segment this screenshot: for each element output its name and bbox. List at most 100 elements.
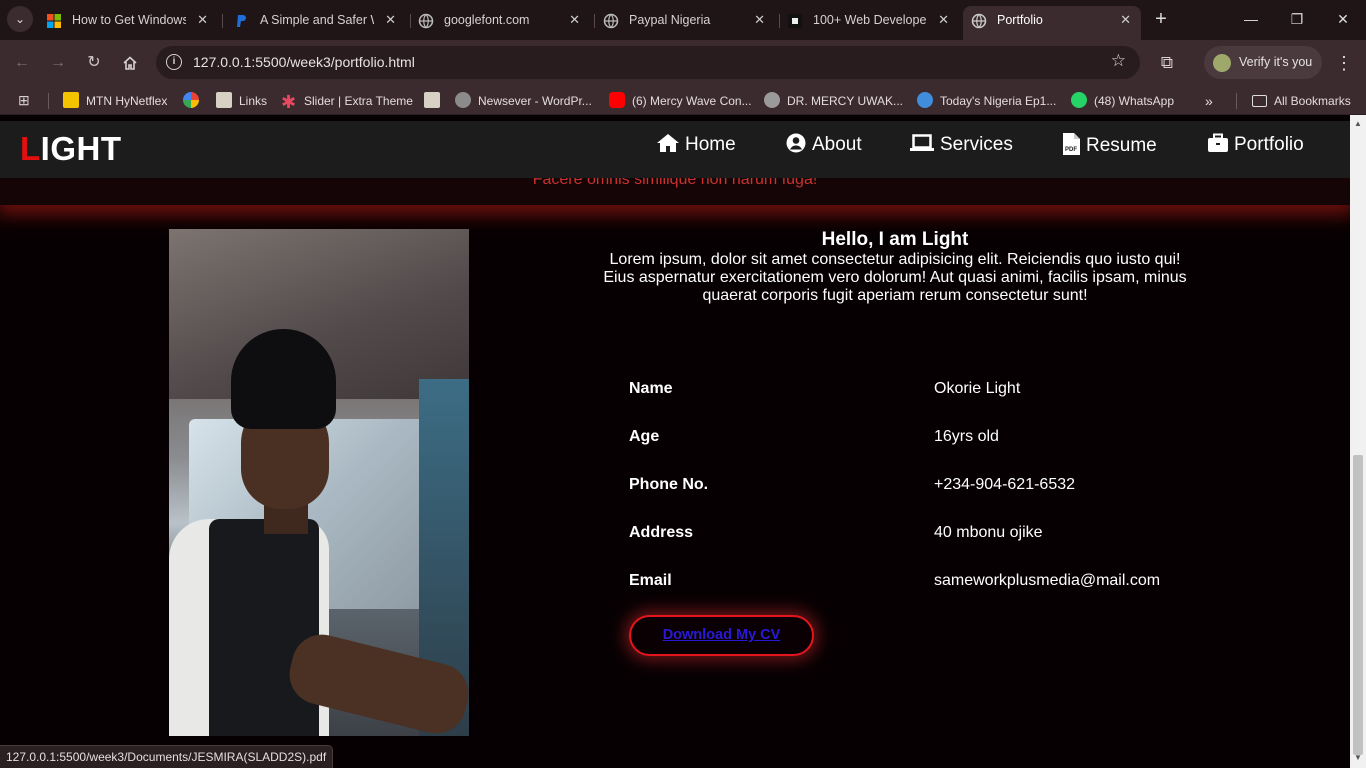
paypal-icon bbox=[237, 15, 246, 27]
tab-googlefont[interactable]: googlefont.com ✕ bbox=[410, 6, 590, 40]
tab-close-icon[interactable]: ✕ bbox=[197, 6, 208, 34]
back-button[interactable]: ← bbox=[9, 50, 35, 76]
info-label-age: Age bbox=[629, 428, 660, 445]
profile-label: Verify it's you bbox=[1239, 55, 1313, 69]
tab-label: How to Get Windows bbox=[72, 13, 186, 27]
new-tab-button[interactable]: + bbox=[1151, 8, 1171, 30]
nav-label: Home bbox=[685, 134, 736, 155]
bookmark-google[interactable] bbox=[183, 91, 206, 111]
bookmark-label: Links bbox=[239, 94, 268, 108]
site-logo[interactable]: LIGHT bbox=[20, 130, 122, 168]
download-cv-button[interactable]: Download My CV bbox=[629, 615, 814, 656]
address-bar[interactable]: i 127.0.0.1:5500/week3/portfolio.html ☆ bbox=[156, 46, 1140, 79]
greeting-heading: Hello, I am Light bbox=[821, 229, 969, 250]
logo-accent-letter: L bbox=[20, 130, 41, 167]
tab-close-icon[interactable]: ✕ bbox=[938, 6, 949, 34]
nav-about[interactable]: About bbox=[786, 133, 862, 156]
nav-home[interactable]: Home bbox=[657, 133, 736, 156]
close-window-button[interactable]: ✕ bbox=[1328, 8, 1358, 30]
tab-close-icon[interactable]: ✕ bbox=[385, 6, 396, 34]
bookmark-label: Slider | Extra Theme bbox=[304, 94, 413, 108]
logo-text: IGHT bbox=[40, 130, 122, 167]
bookmark-slider-extra-theme[interactable]: ✱ Slider | Extra Theme bbox=[281, 91, 413, 111]
tab-close-icon[interactable]: ✕ bbox=[754, 6, 765, 34]
apps-grid-icon[interactable]: ⊞ bbox=[18, 92, 30, 109]
tab-label: A Simple and Safer W bbox=[260, 13, 374, 27]
site-navbar: LIGHT Home About Services PDF Resume Port… bbox=[0, 121, 1350, 178]
bookmark-label: MTN HyNetflex bbox=[86, 94, 168, 108]
nav-services[interactable]: Services bbox=[910, 133, 1013, 156]
tab-portfolio[interactable]: Portfolio ✕ bbox=[963, 6, 1141, 40]
bookmark-label: (48) WhatsApp bbox=[1094, 94, 1175, 108]
bookmarks-bar: ⊞ MTN HyNetflex Links ✱ Slider | Extra Th… bbox=[0, 86, 1366, 115]
tab-label: 100+ Web Developer bbox=[813, 13, 927, 27]
svg-text:PDF: PDF bbox=[1065, 147, 1077, 153]
tab-close-icon[interactable]: ✕ bbox=[569, 6, 580, 34]
extensions-icon[interactable]: ⧉ bbox=[1156, 50, 1178, 76]
scrollbar-thumb[interactable] bbox=[1353, 455, 1363, 755]
tab-label: googlefont.com bbox=[444, 13, 530, 27]
scroll-down-arrow-icon[interactable]: ▼ bbox=[1354, 753, 1362, 762]
browser-toolbar: ← → ↻ i 127.0.0.1:5500/week3/portfolio.h… bbox=[0, 40, 1366, 86]
bookmark-links[interactable]: Links bbox=[216, 91, 267, 111]
tab-paypal-nigeria[interactable]: Paypal Nigeria ✕ bbox=[595, 6, 775, 40]
forward-button[interactable]: → bbox=[45, 50, 71, 76]
bookmark-label: DR. MERCY UWAK... bbox=[787, 94, 904, 108]
tab-how-to-get-windows[interactable]: How to Get Windows ✕ bbox=[38, 6, 218, 40]
bookmark-label: Today's Nigeria Ep1... bbox=[940, 94, 1057, 108]
bookmark-todays-nigeria[interactable]: Today's Nigeria Ep1... bbox=[917, 91, 1056, 111]
tab-close-icon[interactable]: ✕ bbox=[1120, 6, 1131, 34]
pdf-file-icon: PDF bbox=[1063, 133, 1080, 155]
home-icon bbox=[657, 134, 679, 152]
info-value-address: 40 mbonu ojike bbox=[934, 524, 1043, 541]
url-text[interactable]: 127.0.0.1:5500/week3/portfolio.html bbox=[193, 54, 415, 70]
bookmarks-divider bbox=[1236, 93, 1237, 109]
link-status-bar: 127.0.0.1:5500/week3/Documents/JESMIRA(S… bbox=[0, 745, 334, 768]
info-value-phone: +234-904-621-6532 bbox=[934, 476, 1076, 493]
bookmark-label: Newsever - WordPr... bbox=[478, 94, 592, 108]
all-bookmarks-button[interactable]: All Bookmarks bbox=[1252, 91, 1351, 111]
intro-paragraph: Lorem ipsum, dolor sit amet consectetur … bbox=[603, 251, 1187, 304]
bookmark-dr-mercy-uwak[interactable]: DR. MERCY UWAK... bbox=[764, 91, 903, 111]
tab-paypal-safer[interactable]: A Simple and Safer W ✕ bbox=[226, 6, 406, 40]
laptop-icon bbox=[910, 134, 934, 151]
scroll-up-arrow-icon[interactable]: ▲ bbox=[1354, 119, 1362, 128]
nav-resume[interactable]: PDF Resume bbox=[1062, 133, 1157, 157]
bookmark-page[interactable] bbox=[424, 91, 447, 111]
whatsapp-icon bbox=[1071, 92, 1087, 108]
page-scrollbar[interactable]: ▲ ▼ bbox=[1350, 115, 1366, 768]
download-cv-link[interactable]: Download My CV bbox=[663, 627, 781, 643]
browser-menu-icon[interactable]: ⋮ bbox=[1334, 50, 1354, 76]
user-circle-icon bbox=[786, 133, 806, 153]
bookmark-mtn-hynetflex[interactable]: MTN HyNetflex bbox=[63, 91, 167, 111]
bookmark-star-icon[interactable]: ☆ bbox=[1111, 51, 1126, 71]
more-bookmarks-chevron-icon[interactable]: » bbox=[1205, 91, 1213, 111]
bookmarks-divider bbox=[48, 93, 49, 109]
info-value-email: sameworkplusmedia@mail.com bbox=[934, 572, 1161, 589]
site-info-icon[interactable]: i bbox=[166, 54, 182, 70]
windows-icon bbox=[47, 14, 61, 28]
home-button[interactable] bbox=[117, 50, 143, 76]
restore-button[interactable]: ❐ bbox=[1282, 8, 1312, 30]
reload-button[interactable]: ↻ bbox=[81, 50, 107, 76]
tab-search-button[interactable]: ⌄ bbox=[7, 6, 33, 32]
page-viewport: Facere omnis similique non harum fuga! L… bbox=[0, 115, 1350, 768]
wordpress-icon bbox=[917, 92, 933, 108]
minimize-button[interactable]: — bbox=[1236, 8, 1266, 30]
nav-label: Services bbox=[940, 134, 1013, 155]
tab-label: Paypal Nigeria bbox=[629, 13, 711, 27]
briefcase-icon bbox=[1208, 133, 1228, 152]
profile-photo bbox=[169, 229, 469, 736]
bookmark-newsever[interactable]: Newsever - WordPr... bbox=[455, 91, 592, 111]
nav-portfolio[interactable]: Portfolio bbox=[1208, 133, 1304, 156]
mtn-icon bbox=[63, 92, 79, 108]
bookmark-mercy-wave[interactable]: (6) Mercy Wave Con... bbox=[609, 91, 752, 111]
bookmark-whatsapp[interactable]: (48) WhatsApp bbox=[1071, 91, 1174, 111]
profile-button[interactable]: Verify it's you bbox=[1204, 46, 1322, 79]
tab-label: Portfolio bbox=[997, 13, 1043, 27]
info-label-address: Address bbox=[629, 524, 694, 541]
globe-icon bbox=[603, 13, 619, 29]
tab-web-developer[interactable]: 100+ Web Developer ✕ bbox=[779, 6, 959, 40]
bookmark-label: All Bookmarks bbox=[1274, 94, 1351, 108]
info-value-name: Okorie Light bbox=[934, 380, 1021, 397]
